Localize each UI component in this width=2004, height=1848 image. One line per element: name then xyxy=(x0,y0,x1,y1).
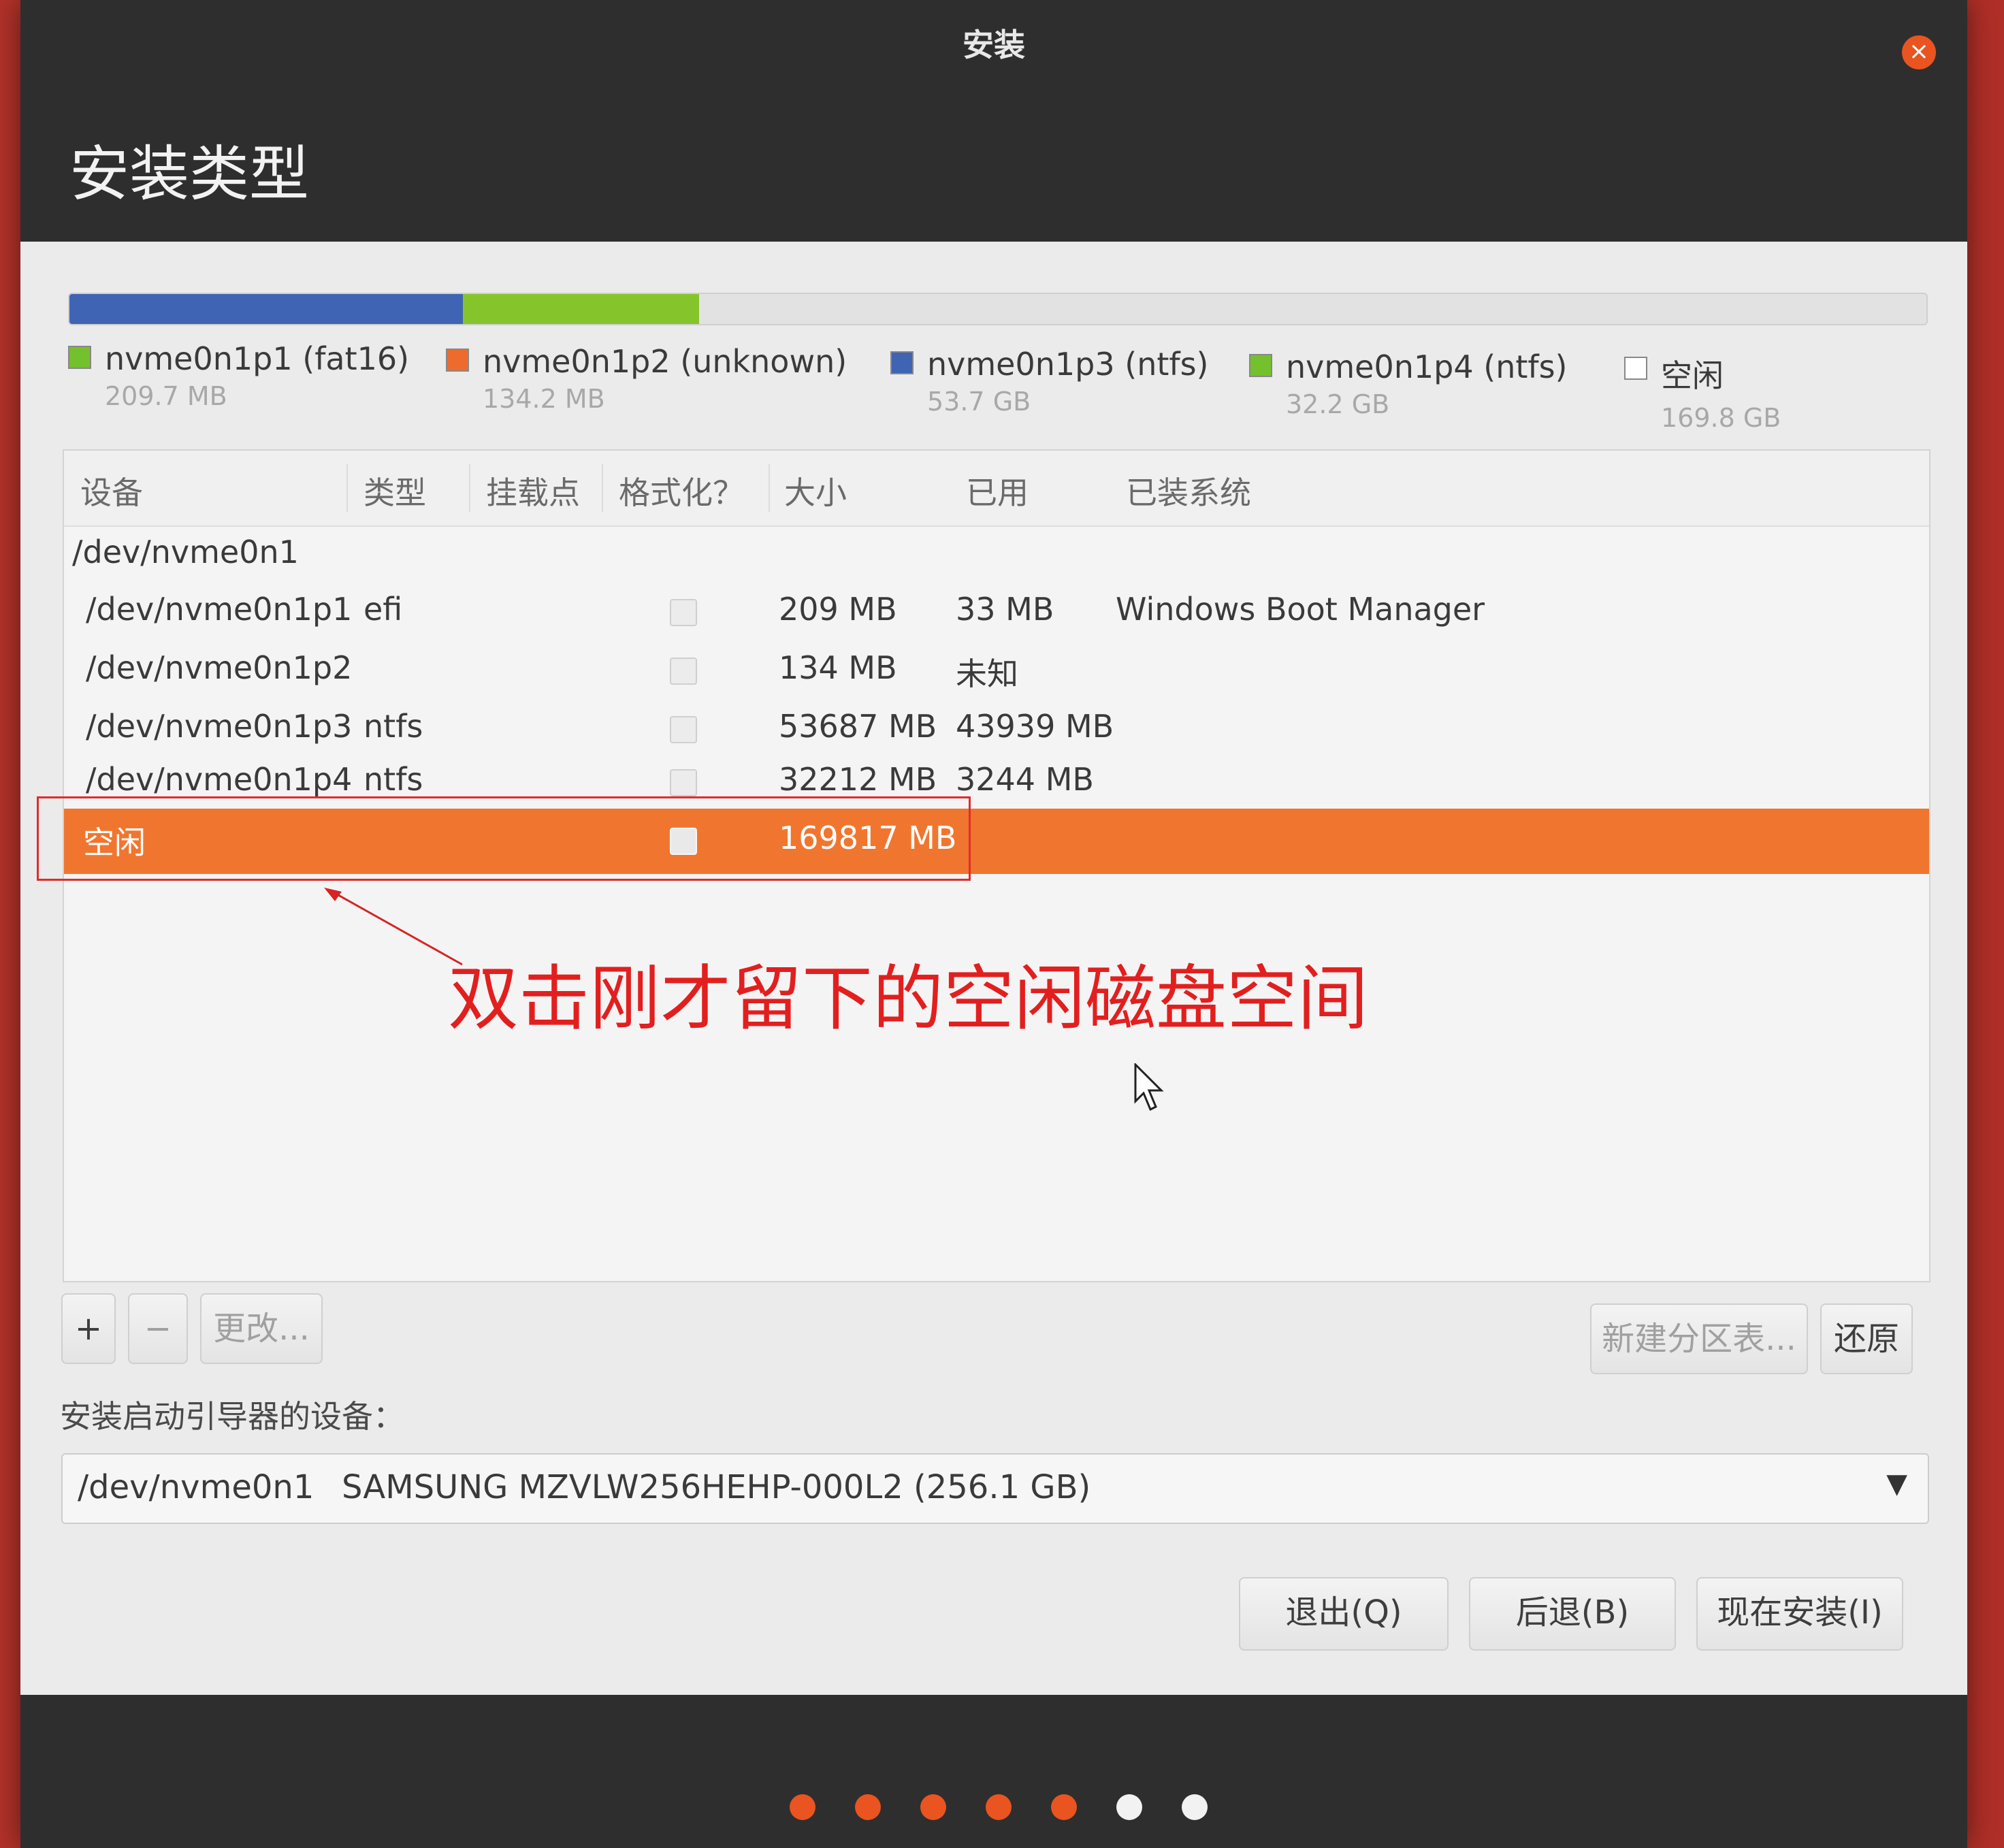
close-icon[interactable]: × xyxy=(1902,35,1936,69)
format-checkbox[interactable] xyxy=(670,599,697,626)
device-cell: /dev/nvme0n1p4 xyxy=(86,761,353,798)
bootloader-device-select[interactable]: /dev/nvme0n1 SAMSUNG MZVLW256HEHP-000L2 … xyxy=(61,1453,1929,1524)
highlight-box xyxy=(37,796,971,881)
bootloader-device: /dev/nvme0n1 xyxy=(78,1468,314,1506)
legend-size: 32.2 GB xyxy=(1286,389,1390,419)
legend-size: 134.2 MB xyxy=(483,384,605,414)
progress-dots xyxy=(790,1794,1208,1820)
format-checkbox[interactable] xyxy=(670,716,697,743)
type-cell: ntfs xyxy=(363,761,423,798)
column-header-format[interactable]: 格式化？ xyxy=(619,468,744,513)
legend-name: nvme0n1p3 (ntfs) xyxy=(927,346,1209,383)
change-partition-button[interactable]: 更改... xyxy=(200,1293,323,1364)
legend-size: 53.7 GB xyxy=(927,387,1031,417)
table-row[interactable]: /dev/nvme0n1p2 134 MB 未知 xyxy=(64,643,1929,700)
annotation-arrow xyxy=(324,888,463,966)
column-header-mount[interactable]: 挂载点 xyxy=(486,468,580,513)
progress-dot xyxy=(1182,1794,1208,1820)
legend-size: 169.8 GB xyxy=(1661,403,1781,433)
column-header-system[interactable]: 已装系统 xyxy=(1126,468,1251,513)
legend-size: 209.7 MB xyxy=(105,381,227,411)
used-cell: 43939 MB xyxy=(956,708,1114,745)
new-partition-table-button[interactable]: 新建分区表... xyxy=(1590,1303,1808,1374)
title-bar: 安装 × xyxy=(20,0,1967,88)
type-cell: efi xyxy=(363,591,403,628)
legend-swatch xyxy=(890,351,914,374)
table-row-disk[interactable]: /dev/nvme0n1 xyxy=(64,527,1929,584)
legend-name: nvme0n1p1 (fat16) xyxy=(105,340,410,377)
bootloader-label: 安装启动引导器的设备： xyxy=(60,1398,404,1435)
column-separator xyxy=(769,464,770,512)
progress-dot xyxy=(855,1794,881,1820)
legend-name: nvme0n1p2 (unknown) xyxy=(483,343,847,380)
legend-swatch xyxy=(68,346,91,369)
progress-dot xyxy=(1116,1794,1142,1820)
bootloader-model: SAMSUNG MZVLW256HEHP-000L2 (256.1 GB) xyxy=(342,1468,1091,1506)
column-header-type[interactable]: 类型 xyxy=(363,468,426,513)
table-row[interactable]: /dev/nvme0n1p1 efi 209 MB 33 MB Windows … xyxy=(64,584,1929,641)
used-cell: 33 MB xyxy=(956,591,1054,628)
legend-name: 空闲 xyxy=(1661,357,1724,394)
size-cell: 53687 MB xyxy=(779,708,937,745)
partition-table: 设备 类型 挂载点 格式化？ 大小 已用 已装系统 /dev/nvme0n1 /… xyxy=(37,449,1930,1282)
column-separator xyxy=(602,464,603,512)
column-separator xyxy=(346,464,348,512)
window-title: 安装 xyxy=(963,27,1025,63)
legend-name: nvme0n1p4 (ntfs) xyxy=(1286,348,1568,385)
used-cell: 未知 xyxy=(956,655,1018,692)
partition-bar-segment-free xyxy=(698,294,1926,324)
partition-bar xyxy=(68,293,1928,325)
chevron-down-icon: ▼ xyxy=(1886,1468,1907,1500)
system-cell: Windows Boot Manager xyxy=(1116,591,1485,628)
installer-window: 安装 × 安装类型 nvme0n1p1 (fat16) 209.7 MB nvm… xyxy=(20,0,1967,1848)
progress-dot xyxy=(1051,1794,1077,1820)
progress-dot xyxy=(790,1794,815,1820)
column-separator xyxy=(469,464,470,512)
format-checkbox[interactable] xyxy=(670,658,697,685)
size-cell: 209 MB xyxy=(779,591,897,628)
mouse-cursor-icon xyxy=(1134,1063,1164,1112)
quit-button[interactable]: 退出(Q) xyxy=(1239,1577,1449,1651)
format-checkbox[interactable] xyxy=(670,769,697,796)
device-cell: /dev/nvme0n1p3 xyxy=(86,708,353,745)
remove-partition-button[interactable]: − xyxy=(128,1293,188,1364)
add-partition-button[interactable]: + xyxy=(61,1293,116,1364)
size-cell: 32212 MB xyxy=(779,761,937,798)
column-header-size[interactable]: 大小 xyxy=(784,468,847,513)
revert-button[interactable]: 还原 xyxy=(1820,1303,1913,1374)
partition-bar-segment-p3 xyxy=(69,294,464,324)
page-title: 安装类型 xyxy=(69,139,310,209)
used-cell: 3244 MB xyxy=(956,761,1094,798)
annotation-text: 双击刚才留下的空闲磁盘空间 xyxy=(448,957,1369,1040)
column-header-device[interactable]: 设备 xyxy=(80,468,143,513)
type-cell: ntfs xyxy=(363,708,423,745)
device-cell: /dev/nvme0n1p1 xyxy=(86,591,353,628)
partition-bar-segment-p4 xyxy=(463,294,699,324)
install-now-button[interactable]: 现在安装(I) xyxy=(1696,1577,1903,1651)
table-header: 设备 类型 挂载点 格式化？ 大小 已用 已装系统 xyxy=(64,451,1929,527)
size-cell: 134 MB xyxy=(779,649,897,686)
column-header-used[interactable]: 已用 xyxy=(966,468,1029,513)
partition-legend: nvme0n1p1 (fat16) 209.7 MB nvme0n1p2 (un… xyxy=(68,340,1933,463)
legend-swatch xyxy=(1624,357,1647,380)
device-cell: /dev/nvme0n1 xyxy=(72,534,299,570)
table-row[interactable]: /dev/nvme0n1p3 ntfs 53687 MB 43939 MB xyxy=(64,701,1929,758)
device-cell: /dev/nvme0n1p2 xyxy=(86,649,353,686)
content-area: nvme0n1p1 (fat16) 209.7 MB nvme0n1p2 (un… xyxy=(20,242,1967,1695)
progress-dot xyxy=(986,1794,1012,1820)
progress-dot xyxy=(920,1794,946,1820)
legend-swatch xyxy=(446,348,469,372)
legend-swatch xyxy=(1249,354,1272,377)
back-button[interactable]: 后退(B) xyxy=(1469,1577,1676,1651)
